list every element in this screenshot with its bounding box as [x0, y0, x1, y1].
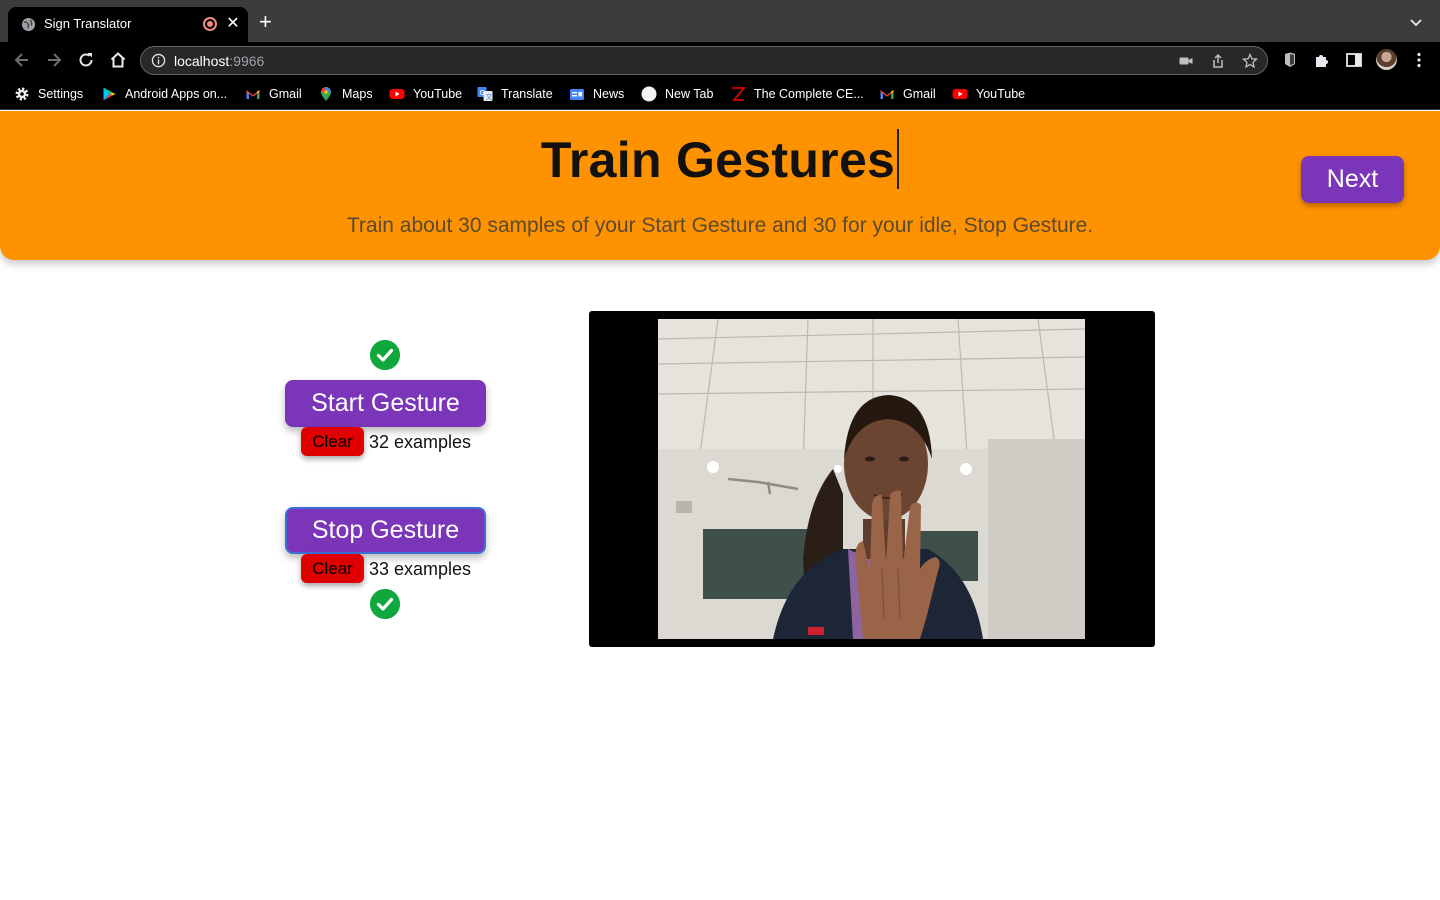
browser-toolbar: localhost:9966 [0, 42, 1440, 78]
browser-tab[interactable]: Sign Translator ✕ [8, 7, 248, 42]
z-logo-icon [732, 87, 746, 101]
globe-icon [21, 17, 36, 32]
news-icon [570, 89, 584, 100]
maps-pin-icon [321, 87, 331, 101]
page-title: Train Gestures [540, 132, 896, 188]
bookmarks-bar: Settings Android Apps on... Gmail Maps Y… [0, 78, 1440, 110]
stop-example-count: 33 examples [369, 559, 472, 579]
next-button[interactable]: Next [1301, 156, 1404, 203]
url-text[interactable]: localhost:9966 [174, 53, 264, 69]
youtube-icon [952, 89, 968, 99]
side-panel-icon[interactable] [1345, 51, 1363, 69]
tab-strip: Sign Translator ✕ + [0, 0, 1440, 42]
bookmark-label: YouTube [413, 87, 463, 101]
forward-arrow-icon[interactable] [44, 50, 64, 70]
webcam-feed-image [658, 319, 1085, 639]
page-title-wrapper[interactable]: Train Gestures [0, 129, 1440, 189]
bookmark-complete-ce[interactable]: The Complete CE... [730, 86, 864, 102]
bookmark-label: Settings [38, 87, 84, 101]
url-port: :9966 [229, 53, 265, 69]
page-header: Train Gestures Train about 30 samples of… [0, 111, 1440, 260]
bookmark-label: The Complete CE... [754, 87, 864, 101]
extensions-puzzle-icon[interactable] [1313, 51, 1331, 69]
svg-text:文: 文 [486, 92, 493, 101]
start-gesture-button[interactable]: Start Gesture [285, 380, 486, 427]
gmail-icon [246, 90, 260, 99]
youtube-icon [389, 89, 405, 99]
bookmark-android-apps[interactable]: Android Apps on... [101, 86, 227, 102]
bookmark-label: News [593, 87, 625, 101]
new-tab-icon[interactable]: + [259, 11, 272, 33]
profile-avatar[interactable] [1376, 49, 1397, 70]
text-cursor [897, 129, 900, 189]
bookmark-settings[interactable]: Settings [14, 86, 83, 102]
clear-start-button[interactable]: Clear [301, 427, 364, 456]
bookmark-youtube[interactable]: YouTube [389, 86, 462, 102]
page-content: Train Gestures Train about 30 samples of… [0, 111, 1440, 900]
bookmark-star-icon[interactable] [1242, 53, 1258, 69]
recording-indicator-icon [203, 17, 217, 31]
bookmark-label: Translate [501, 87, 553, 101]
bookmark-maps[interactable]: Maps [318, 86, 373, 102]
translate-icon: G 文 [477, 87, 493, 101]
webcam-preview [589, 311, 1155, 647]
bookmark-gmail-2[interactable]: Gmail [879, 86, 936, 102]
bookmark-gmail[interactable]: Gmail [245, 86, 302, 102]
bookmark-youtube-2[interactable]: YouTube [952, 86, 1025, 102]
bookmark-translate[interactable]: G 文 Translate [477, 86, 553, 102]
stop-gesture-button[interactable]: Stop Gesture [285, 507, 486, 554]
bookmark-news[interactable]: News [569, 86, 624, 102]
start-example-count: 32 examples [369, 432, 472, 452]
chevron-down-icon[interactable] [1408, 14, 1424, 30]
play-store-icon [103, 87, 116, 101]
share-icon[interactable] [1210, 53, 1226, 69]
bookmark-new-tab[interactable]: New Tab [641, 86, 713, 102]
page-subtitle: Train about 30 samples of your Start Ges… [346, 214, 1094, 237]
start-gesture-check-icon [370, 340, 400, 370]
bookmark-label: New Tab [665, 87, 714, 101]
gear-icon [15, 87, 29, 101]
close-tab-icon[interactable]: ✕ [224, 13, 242, 33]
new-tab-icon [641, 86, 657, 102]
back-arrow-icon[interactable] [12, 50, 32, 70]
extension-shield-icon[interactable] [1281, 51, 1299, 69]
bookmark-label: Maps [342, 87, 373, 101]
bookmark-label: YouTube [976, 87, 1026, 101]
home-icon[interactable] [108, 50, 128, 70]
more-menu-icon[interactable] [1410, 51, 1428, 69]
info-icon[interactable] [151, 53, 166, 68]
gmail-icon [880, 90, 894, 99]
stop-gesture-check-icon [370, 589, 400, 619]
tab-title: Sign Translator [44, 16, 132, 31]
bookmark-label: Gmail [903, 87, 936, 101]
clear-stop-button[interactable]: Clear [301, 554, 364, 583]
camera-icon[interactable] [1178, 53, 1194, 69]
url-host: localhost [174, 53, 230, 69]
svg-text:G: G [480, 89, 485, 97]
address-bar[interactable]: localhost:9966 [140, 46, 1268, 75]
bookmark-label: Gmail [269, 87, 302, 101]
bookmark-label: Android Apps on... [125, 87, 228, 101]
reload-icon[interactable] [76, 50, 96, 70]
